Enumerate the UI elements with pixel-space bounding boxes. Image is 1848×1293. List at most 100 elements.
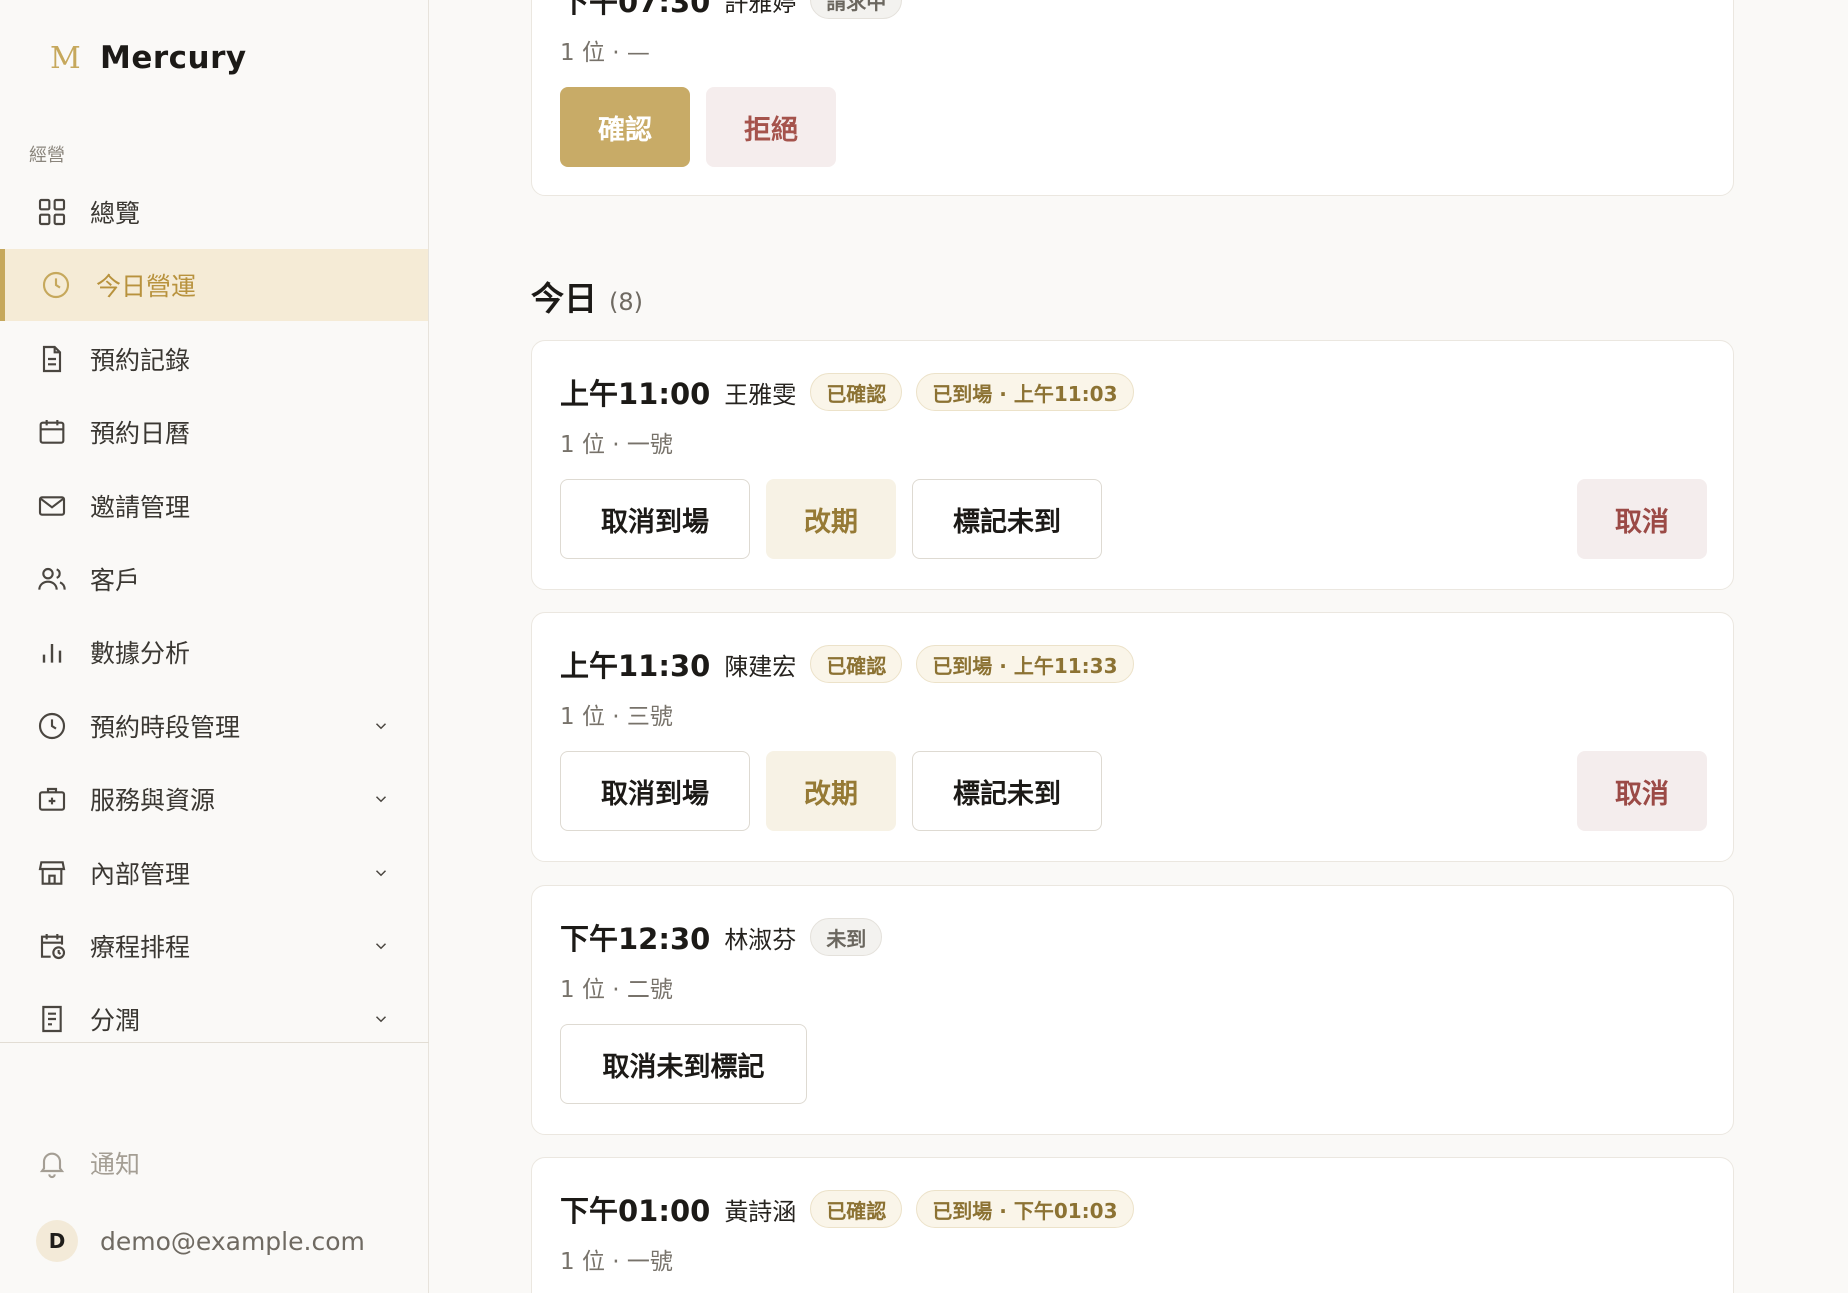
- confirm-button[interactable]: 確認: [560, 87, 690, 167]
- cancel-button[interactable]: 取消: [1577, 479, 1707, 559]
- booking-header: 下午12:30 林淑芬 未到: [560, 916, 896, 958]
- sidebar-item-label: 分潤: [90, 1006, 141, 1036]
- notifications-label: 通知: [90, 1150, 141, 1179]
- chevron-down-icon[interactable]: [372, 864, 390, 882]
- store-icon: [36, 857, 68, 889]
- mark-no-show-button[interactable]: 標記未到: [912, 479, 1102, 559]
- sidebar-item-label: 總覽: [90, 199, 141, 228]
- sidebar-item-label: 服務與資源: [90, 786, 216, 816]
- booking-time: 上午11:00: [560, 377, 711, 411]
- booking-card: 下午12:30 林淑芬 未到 1 位 · 二號 取消未到標記: [531, 885, 1734, 1135]
- arrival-badge: 已到場 · 上午11:33: [916, 645, 1134, 683]
- calendar-icon: [36, 416, 68, 448]
- booking-header: 下午01:00 黃詩涵 已確認 已到場 · 下午01:03: [560, 1188, 1148, 1230]
- sidebar-item-today[interactable]: 今日營運: [0, 249, 428, 322]
- medical-bag-icon: [36, 783, 68, 815]
- status-badge: 已確認: [810, 1190, 903, 1228]
- mark-no-show-button[interactable]: 標記未到: [912, 751, 1102, 831]
- sidebar-divider: [0, 1042, 429, 1043]
- sidebar-item-invitations[interactable]: 邀請管理: [0, 470, 428, 542]
- section-title: 今日 (8): [531, 272, 643, 320]
- undo-no-show-button[interactable]: 取消未到標記: [560, 1024, 807, 1104]
- customer-name: 王雅雯: [724, 380, 797, 409]
- document-icon: [36, 343, 68, 375]
- sidebar-item-customers[interactable]: 客戶: [0, 543, 428, 615]
- customer-name: 林淑芬: [724, 925, 797, 954]
- clock-icon: [36, 710, 68, 742]
- clock-icon: [40, 269, 72, 301]
- section-count: (8): [609, 288, 643, 316]
- booking-card: 下午01:00 黃詩涵 已確認 已到場 · 下午01:03 1 位 · 一號: [531, 1157, 1734, 1293]
- nav-section-label: 經營: [29, 145, 65, 166]
- customer-name: 黃詩涵: [724, 1197, 797, 1226]
- sidebar-item-overview[interactable]: 總覽: [0, 176, 428, 248]
- avatar: D: [36, 1220, 78, 1262]
- chevron-down-icon[interactable]: [372, 937, 390, 955]
- booking-card-pending: 下午07:30 許雅婷 請求中 1 位 · — 確認 拒絕: [531, 0, 1734, 196]
- sidebar-nav: 總覽 今日營運 預約記錄 預約日曆 邀請管理 客戶 數據分析 預約時段管理 服務…: [0, 176, 428, 1057]
- status-badge: 已確認: [810, 373, 903, 411]
- sidebar-item-label: 預約記錄: [90, 345, 191, 375]
- booking-detail: 1 位 · —: [560, 40, 650, 66]
- account-email: demo@example.com: [100, 1226, 365, 1256]
- app-name: Mercury: [100, 40, 247, 76]
- booking-detail: 1 位 · 三號: [560, 704, 673, 730]
- booking-card: 上午11:30 陳建宏 已確認 已到場 · 上午11:33 1 位 · 三號 取…: [531, 612, 1734, 862]
- status-badge: 請求中: [810, 0, 903, 19]
- sidebar-item-label: 數據分析: [90, 639, 191, 669]
- sidebar-item-analytics[interactable]: 數據分析: [0, 616, 428, 688]
- sidebar-item-slot-management[interactable]: 預約時段管理: [0, 690, 428, 762]
- arrival-badge: 已到場 · 下午01:03: [916, 1190, 1134, 1228]
- reschedule-button[interactable]: 改期: [766, 479, 896, 559]
- grid-icon: [36, 196, 68, 228]
- sidebar-item-label: 邀請管理: [90, 492, 191, 522]
- booking-time: 下午12:30: [560, 922, 711, 956]
- undo-arrival-button[interactable]: 取消到場: [560, 751, 750, 831]
- sidebar-item-profit-sharing[interactable]: 分潤: [0, 983, 428, 1055]
- sidebar-item-services[interactable]: 服務與資源: [0, 763, 428, 835]
- cancel-button[interactable]: 取消: [1577, 751, 1707, 831]
- undo-arrival-button[interactable]: 取消到場: [560, 479, 750, 559]
- mail-icon: [36, 490, 68, 522]
- sidebar-item-label: 預約日曆: [90, 419, 191, 449]
- reject-button[interactable]: 拒絕: [706, 87, 836, 167]
- booking-detail: 1 位 · 一號: [560, 1249, 673, 1275]
- booking-time: 上午11:30: [560, 649, 711, 683]
- booking-header: 下午07:30 許雅婷 請求中: [560, 0, 916, 21]
- users-icon: [36, 563, 68, 595]
- section-title-text: 今日: [531, 279, 597, 318]
- booking-time: 下午01:00: [560, 1194, 711, 1228]
- booking-time: 下午07:30: [560, 0, 711, 19]
- sidebar-item-label: 客戶: [90, 565, 141, 595]
- status-badge: 未到: [810, 918, 883, 956]
- booking-header: 上午11:00 王雅雯 已確認 已到場 · 上午11:03: [560, 371, 1148, 413]
- account-menu[interactable]: D demo@example.com: [36, 1220, 365, 1262]
- sidebar-item-internal[interactable]: 內部管理: [0, 837, 428, 909]
- sidebar-item-label: 預約時段管理: [90, 712, 241, 742]
- sidebar-item-booking-calendar[interactable]: 預約日曆: [0, 396, 428, 468]
- customer-name: 陳建宏: [724, 652, 797, 681]
- sidebar-item-booking-records[interactable]: 預約記錄: [0, 323, 428, 395]
- status-badge: 已確認: [810, 645, 903, 683]
- receipt-icon: [36, 1003, 68, 1035]
- bell-icon: [39, 1152, 65, 1178]
- logo-icon: M: [50, 40, 81, 76]
- chevron-down-icon[interactable]: [372, 1010, 390, 1028]
- customer-name: 許雅婷: [724, 0, 797, 17]
- brand[interactable]: M Mercury: [50, 40, 247, 76]
- booking-header: 上午11:30 陳建宏 已確認 已到場 · 上午11:33: [560, 643, 1148, 685]
- calendar-clock-icon: [36, 930, 68, 962]
- sidebar-item-treatment-schedule[interactable]: 療程排程: [0, 910, 428, 982]
- chevron-down-icon[interactable]: [372, 717, 390, 735]
- notifications-link[interactable]: 通知: [36, 1145, 140, 1181]
- booking-card: 上午11:00 王雅雯 已確認 已到場 · 上午11:03 1 位 · 一號 取…: [531, 340, 1734, 590]
- sidebar: M Mercury 經營 總覽 今日營運 預約記錄 預約日曆 邀請管理 客戶 數…: [0, 0, 429, 1293]
- sidebar-item-label: 療程排程: [90, 932, 191, 962]
- booking-detail: 1 位 · 一號: [560, 432, 673, 458]
- sidebar-item-label: 內部管理: [90, 859, 191, 889]
- chevron-down-icon[interactable]: [372, 790, 390, 808]
- sidebar-item-label: 今日營運: [96, 272, 197, 302]
- reschedule-button[interactable]: 改期: [766, 751, 896, 831]
- main-content: 下午07:30 許雅婷 請求中 1 位 · — 確認 拒絕 今日 (8) 上午1…: [429, 0, 1848, 1293]
- bar-chart-icon: [36, 636, 68, 668]
